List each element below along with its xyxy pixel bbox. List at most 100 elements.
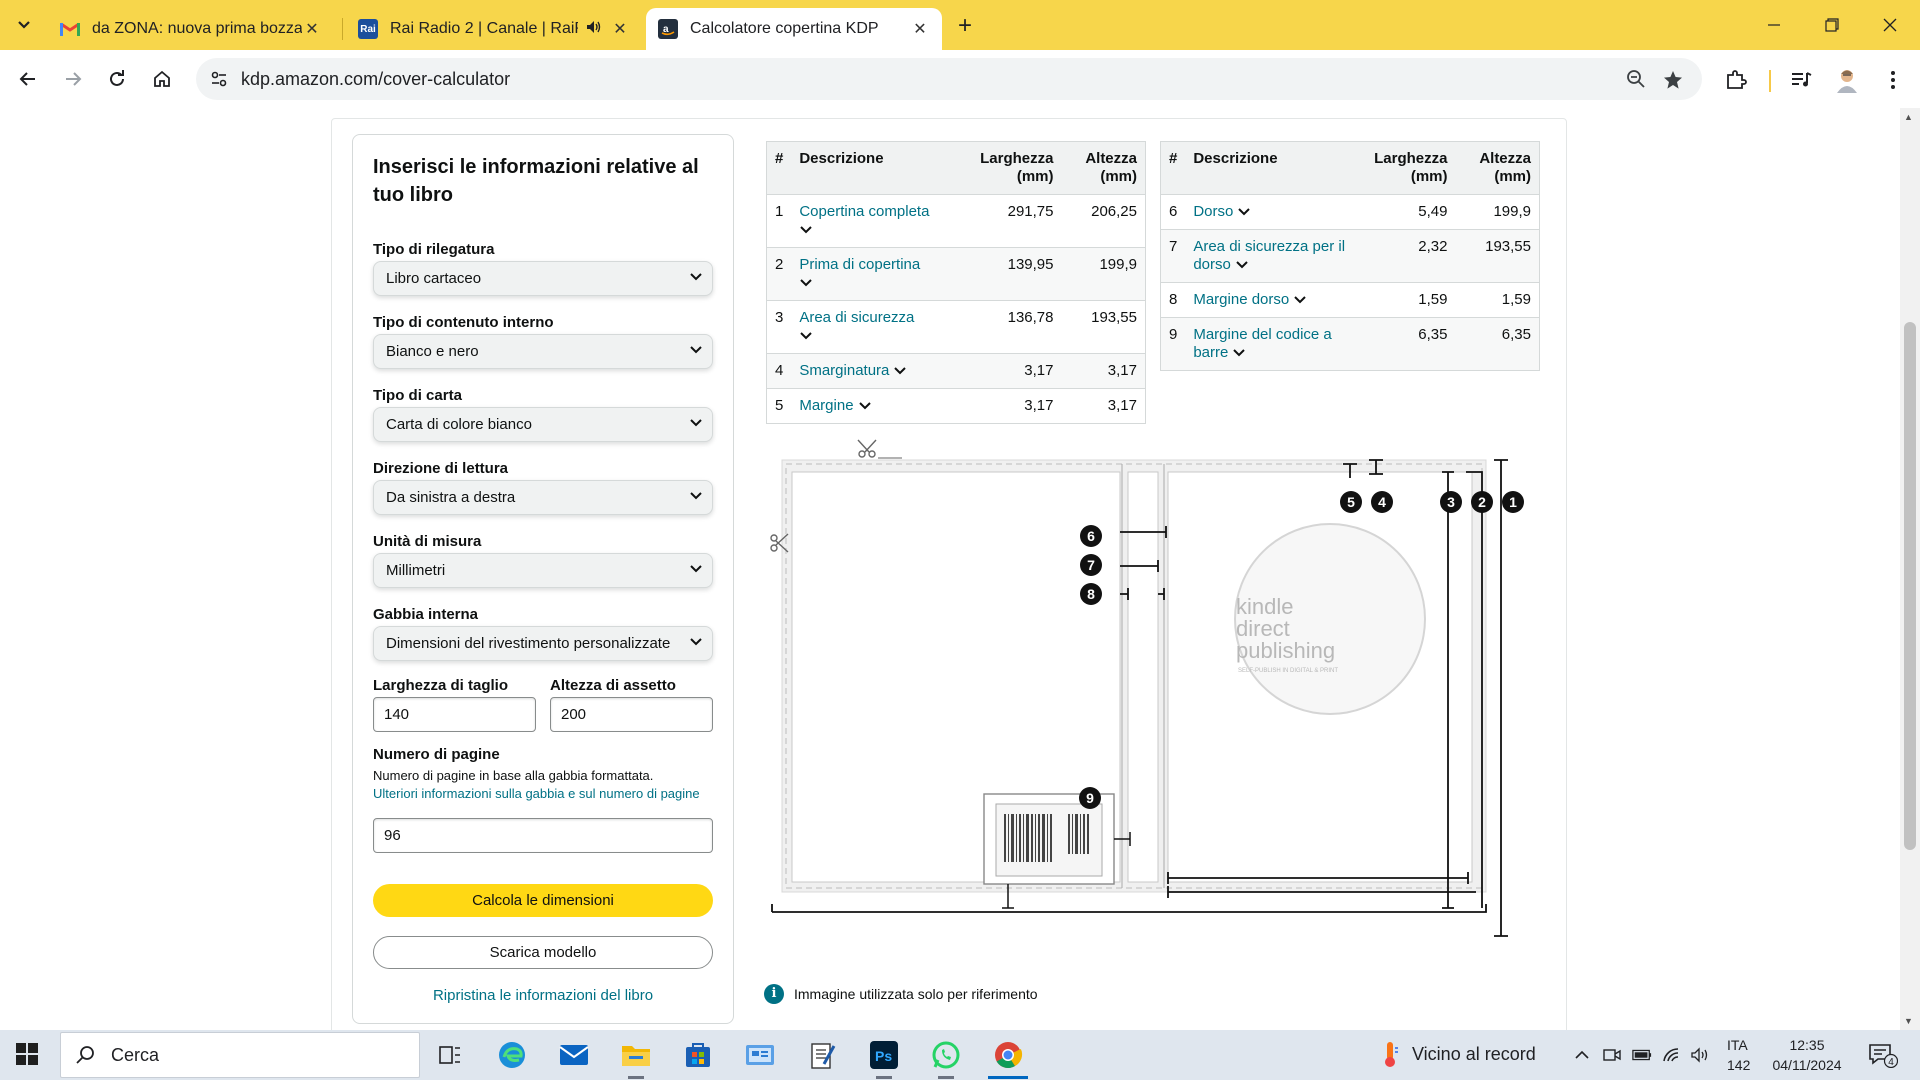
browser-menu-button[interactable]	[1880, 67, 1906, 93]
reload-button[interactable]	[101, 63, 133, 95]
wifi-icon[interactable]	[1662, 1045, 1682, 1065]
extensions-button[interactable]	[1723, 67, 1749, 93]
marker-9: 9	[1079, 787, 1101, 809]
chevron-down-icon[interactable]	[799, 331, 813, 341]
close-tab-icon[interactable]: ✕	[910, 19, 930, 39]
address-bar[interactable]: kdp.amazon.com/cover-calculator	[196, 58, 1702, 100]
taskbar-app-chrome[interactable]	[984, 1035, 1032, 1079]
tab-search-button[interactable]	[8, 9, 40, 41]
page-count-input[interactable]: 96	[373, 818, 713, 853]
row-description-link[interactable]: Margine del codice a barre	[1193, 326, 1331, 361]
new-tab-button[interactable]: +	[950, 12, 980, 42]
start-button[interactable]	[16, 1043, 38, 1070]
taskbar-app-control-panel[interactable]	[736, 1035, 784, 1075]
row-description[interactable]: Area di sicurezza per il dorso	[1185, 229, 1360, 283]
calculate-dimensions-button[interactable]: Calcola le dimensioni	[373, 884, 713, 917]
row-description-link[interactable]: Area di sicurezza	[799, 309, 914, 326]
row-number: 6	[1160, 194, 1186, 230]
row-description[interactable]: Dorso	[1185, 194, 1360, 230]
chevron-down-icon[interactable]	[893, 366, 907, 376]
windows-logo-icon	[16, 1043, 38, 1065]
taskbar-app-whatsapp[interactable]	[922, 1035, 970, 1079]
chevron-down-icon[interactable]	[1235, 260, 1249, 270]
row-description-link[interactable]: Dorso	[1193, 203, 1233, 220]
row-description[interactable]: Prima di copertina	[791, 247, 966, 301]
volume-icon[interactable]	[1691, 1045, 1711, 1065]
control-panel-icon	[746, 1045, 774, 1065]
row-description-link[interactable]: Area di sicurezza per il dorso	[1193, 238, 1345, 273]
close-tab-icon[interactable]: ✕	[302, 19, 322, 39]
scroll-down-arrow-icon[interactable]: ▼	[1904, 1016, 1913, 1026]
download-template-button[interactable]: Scarica modello	[373, 936, 713, 969]
tray-overflow-chevron-icon[interactable]	[1572, 1045, 1592, 1065]
trim-width-input[interactable]: 140	[373, 697, 536, 732]
task-view-button[interactable]	[426, 1035, 474, 1075]
row-description-link[interactable]: Margine dorso	[1193, 291, 1289, 308]
profile-avatar[interactable]	[1834, 67, 1860, 93]
page-count-help-text: Numero di pagine in base alla gabbia for…	[373, 768, 654, 783]
battery-icon[interactable]	[1632, 1045, 1652, 1065]
binding-type-value: Libro cartaceo	[386, 270, 482, 287]
chevron-down-icon[interactable]	[858, 401, 872, 411]
taskbar-app-photoshop[interactable]: Ps	[860, 1035, 908, 1079]
tab-gmail[interactable]: da ZONA: nuova prima bozza C ✕	[48, 8, 334, 50]
chevron-down-icon[interactable]	[799, 278, 813, 288]
page-scrollbar[interactable]: ▲ ▼	[1900, 108, 1920, 1030]
row-description-link[interactable]: Prima di copertina	[799, 256, 920, 273]
taskbar-app-mail[interactable]	[550, 1035, 598, 1075]
taskbar-app-edge[interactable]	[488, 1035, 536, 1075]
taskbar-app-notepad[interactable]	[798, 1035, 846, 1075]
row-description[interactable]: Smarginatura	[791, 353, 966, 389]
back-button[interactable]	[12, 63, 44, 95]
puzzle-icon	[1727, 70, 1747, 89]
chevron-down-icon[interactable]	[1237, 207, 1251, 217]
restore-button[interactable]	[1812, 10, 1852, 40]
more-vertical-icon	[1891, 71, 1895, 89]
taskbar-app-file-explorer[interactable]	[612, 1035, 660, 1079]
taskbar-search-box[interactable]: Cerca	[60, 1032, 420, 1078]
row-description[interactable]: Margine dorso	[1185, 282, 1360, 318]
row-description-link[interactable]: Margine	[799, 397, 853, 414]
taskbar-app-store[interactable]	[674, 1035, 722, 1075]
marker-7-label: 7	[1087, 557, 1095, 573]
row-description[interactable]: Copertina completa	[791, 194, 966, 248]
forward-button[interactable]	[57, 63, 89, 95]
interior-type-select[interactable]: Bianco e nero	[373, 334, 713, 369]
zoom-icon[interactable]	[1626, 69, 1646, 94]
url-text: kdp.amazon.com/cover-calculator	[241, 69, 511, 89]
scrollbar-thumb[interactable]	[1904, 322, 1916, 850]
meet-now-icon[interactable]	[1602, 1045, 1622, 1065]
close-window-button[interactable]	[1870, 10, 1910, 40]
unit-select[interactable]: Millimetri	[373, 553, 713, 588]
binding-type-select[interactable]: Libro cartaceo	[373, 261, 713, 296]
row-description-link[interactable]: Smarginatura	[799, 362, 889, 379]
arrow-right-icon	[66, 72, 82, 86]
input-language[interactable]: ITA 142	[1727, 1035, 1750, 1075]
minimize-button[interactable]	[1754, 10, 1794, 40]
trim-size-select[interactable]: Dimensioni del rivestimento personalizza…	[373, 626, 713, 661]
scroll-up-arrow-icon[interactable]: ▲	[1904, 112, 1913, 122]
row-description-link[interactable]: Copertina completa	[799, 203, 929, 220]
trim-height-input[interactable]: 200	[550, 697, 713, 732]
tab-kdp-calculator[interactable]: a Calcolatore copertina KDP ✕	[646, 8, 942, 50]
speaker-icon[interactable]	[586, 20, 602, 39]
chevron-down-icon[interactable]	[1232, 348, 1246, 358]
media-control-button[interactable]	[1788, 67, 1814, 93]
taskbar-weather[interactable]: Vicino al record	[1380, 1040, 1536, 1068]
chevron-down-icon[interactable]	[799, 225, 813, 235]
reset-book-info-link[interactable]: Ripristina le informazioni del libro	[373, 987, 713, 1004]
page-count-info-link[interactable]: Ulteriori informazioni sulla gabbia e su…	[373, 785, 713, 803]
row-description[interactable]: Margine del codice a barre	[1185, 317, 1360, 371]
chevron-down-icon[interactable]	[1293, 295, 1307, 305]
taskbar-clock[interactable]: 12:35 04/11/2024	[1767, 1035, 1847, 1075]
tab-rai-radio[interactable]: Rai Rai Radio 2 | Canale | RaiPla ✕	[346, 8, 642, 50]
site-settings-icon[interactable]	[210, 70, 228, 93]
home-button[interactable]	[146, 63, 178, 95]
notification-center-button[interactable]: 4	[1868, 1042, 1899, 1073]
row-number: 9	[1160, 317, 1186, 371]
paper-type-select[interactable]: Carta di colore bianco	[373, 407, 713, 442]
bookmark-star-icon[interactable]	[1662, 69, 1684, 96]
row-description[interactable]: Area di sicurezza	[791, 300, 966, 354]
reading-direction-select[interactable]: Da sinistra a destra	[373, 480, 713, 515]
close-tab-icon[interactable]: ✕	[610, 19, 630, 39]
